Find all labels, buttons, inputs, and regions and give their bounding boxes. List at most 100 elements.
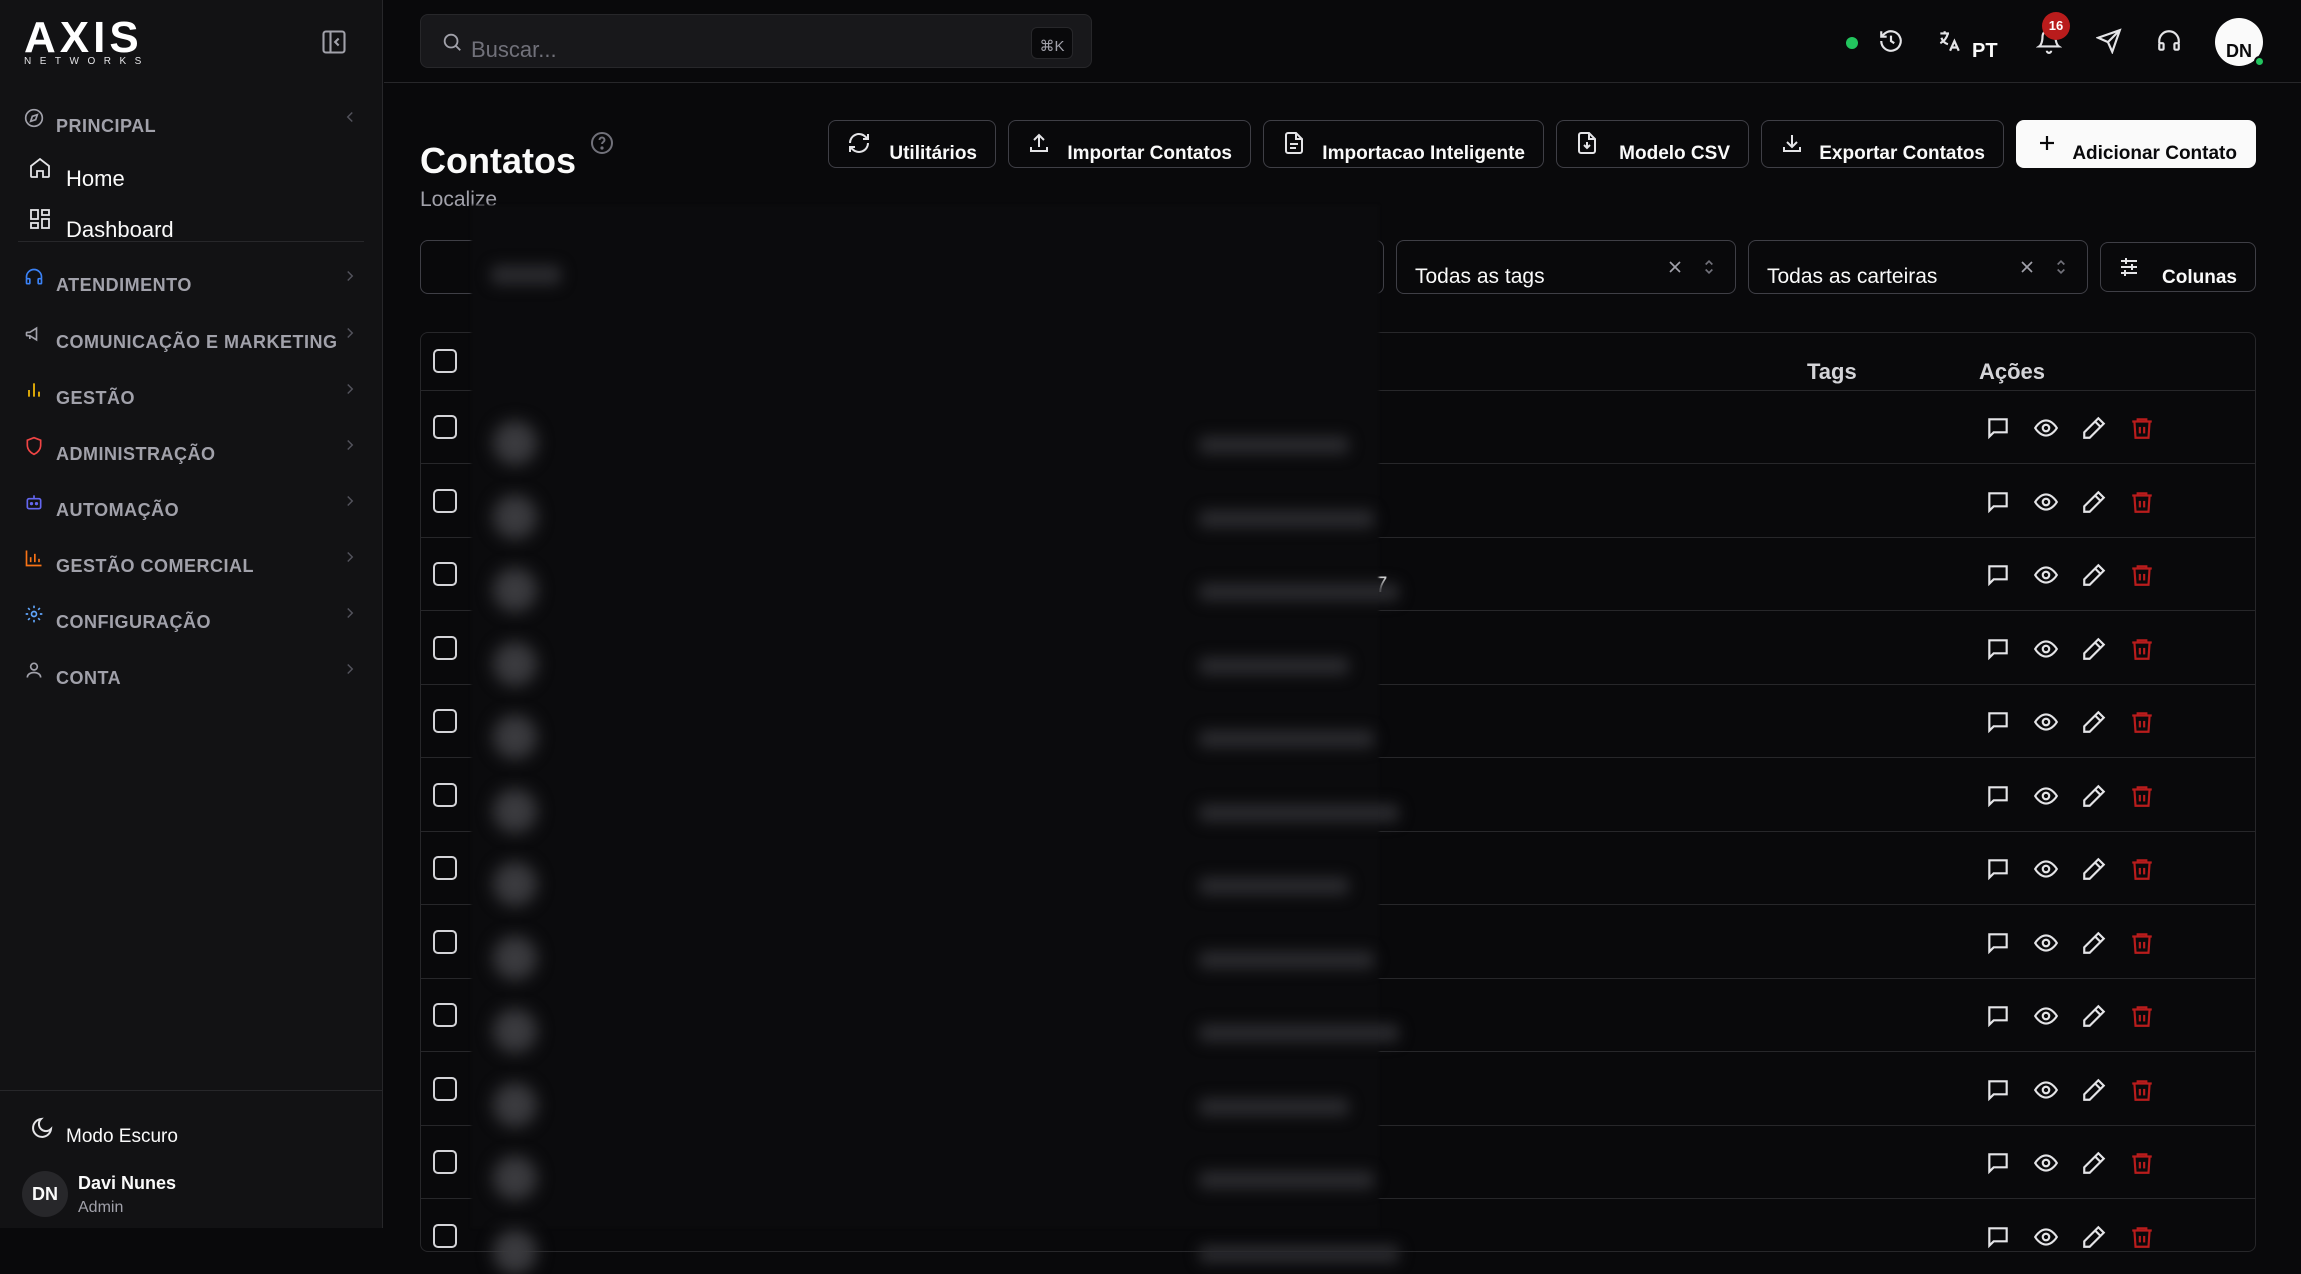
shield-icon <box>24 436 46 458</box>
pencil-icon[interactable] <box>2081 1224 2107 1250</box>
message-icon[interactable] <box>1985 489 2011 515</box>
row-checkbox[interactable] <box>433 1076 457 1101</box>
eye-icon[interactable] <box>2033 636 2059 662</box>
nav-section-gestao[interactable]: GESTÃO <box>24 380 359 412</box>
avatar[interactable]: DN <box>22 1171 68 1217</box>
tags-filter-select[interactable]: Todas as tags <box>1396 240 1736 294</box>
nav-section-administracao[interactable]: ADMINISTRAÇÃO <box>24 436 359 468</box>
row-checkbox[interactable] <box>433 1003 457 1027</box>
nav-section-configuracao[interactable]: CONFIGURAÇÃO <box>24 604 359 636</box>
add-contact-button[interactable]: Adicionar Contato <box>2016 120 2256 168</box>
export-contacts-button[interactable]: Exportar Contatos <box>1761 120 2004 168</box>
eye-icon[interactable] <box>2033 489 2059 515</box>
message-icon[interactable] <box>1985 1077 2011 1103</box>
trash-icon[interactable] <box>2129 636 2155 662</box>
trash-icon[interactable] <box>2129 1003 2155 1029</box>
row-checkbox[interactable] <box>433 415 457 439</box>
row-checkbox[interactable] <box>433 856 457 880</box>
pencil-icon[interactable] <box>2081 856 2107 882</box>
eye-icon[interactable] <box>2033 1003 2059 1029</box>
pencil-icon[interactable] <box>2081 562 2107 588</box>
row-checkbox[interactable] <box>433 782 457 807</box>
sidebar-item-dashboard[interactable]: Dashboard <box>28 207 328 242</box>
help-icon[interactable] <box>590 131 614 155</box>
pencil-icon[interactable] <box>2081 1150 2107 1176</box>
collapse-sidebar-icon[interactable] <box>320 28 348 56</box>
message-icon[interactable] <box>1985 636 2011 662</box>
headset-icon[interactable] <box>2156 28 2182 54</box>
pencil-icon[interactable] <box>2081 1003 2107 1029</box>
search-input[interactable]: Buscar... ⌘K <box>420 14 1092 68</box>
eye-icon[interactable] <box>2033 783 2059 809</box>
eye-icon[interactable] <box>2033 930 2059 956</box>
trash-icon[interactable] <box>2129 709 2155 735</box>
message-icon[interactable] <box>1985 930 2011 956</box>
smart-import-button[interactable]: Importacao Inteligente <box>1263 120 1544 168</box>
sidebar-item-home[interactable]: Home <box>28 156 328 191</box>
dashboard-grid-icon <box>28 207 52 231</box>
trash-icon[interactable] <box>2129 489 2155 515</box>
eye-icon[interactable] <box>2033 1150 2059 1176</box>
select-all-checkbox[interactable] <box>433 349 457 373</box>
message-icon[interactable] <box>1985 856 2011 882</box>
nav-section-atendimento[interactable]: ATENDIMENTO <box>24 267 359 299</box>
history-icon[interactable] <box>1878 28 1904 54</box>
nav-section-principal[interactable]: PRINCIPAL <box>24 108 359 140</box>
blurred-text <box>1199 950 1374 969</box>
eye-icon[interactable] <box>2033 856 2059 882</box>
row-checkbox[interactable] <box>433 562 457 586</box>
row-checkbox[interactable] <box>433 488 457 513</box>
eye-icon[interactable] <box>2033 562 2059 588</box>
nav-section-automacao[interactable]: AUTOMAÇÃO <box>24 492 359 524</box>
nav-section-gestao-comercial[interactable]: GESTÃO COMERCIAL <box>24 548 359 580</box>
pencil-icon[interactable] <box>2081 415 2107 441</box>
sidebar-item-label: Dashboard <box>66 217 174 242</box>
trash-icon[interactable] <box>2129 930 2155 956</box>
trash-icon[interactable] <box>2129 783 2155 809</box>
pencil-icon[interactable] <box>2081 783 2107 809</box>
eye-icon[interactable] <box>2033 1224 2059 1250</box>
row-checkbox[interactable] <box>433 1150 457 1174</box>
trash-icon[interactable] <box>2129 1077 2155 1103</box>
eye-icon[interactable] <box>2033 709 2059 735</box>
message-icon[interactable] <box>1985 1150 2011 1176</box>
row-checkbox[interactable] <box>433 635 457 660</box>
utilities-button[interactable]: Utilitários <box>828 120 996 168</box>
send-icon[interactable] <box>2096 28 2122 54</box>
trash-icon[interactable] <box>2129 562 2155 588</box>
message-icon[interactable] <box>1985 562 2011 588</box>
nav-section-comunicacao[interactable]: COMUNICAÇÃO E MARKETING <box>24 324 359 356</box>
close-icon[interactable] <box>1665 257 1685 277</box>
columns-button[interactable]: Colunas <box>2100 242 2256 292</box>
row-checkbox[interactable] <box>433 1223 457 1248</box>
import-contacts-button[interactable]: Importar Contatos <box>1008 120 1251 168</box>
eye-icon[interactable] <box>2033 1077 2059 1103</box>
pencil-icon[interactable] <box>2081 709 2107 735</box>
trash-icon[interactable] <box>2129 415 2155 441</box>
dark-mode-toggle[interactable]: Modo Escuro <box>30 1116 330 1147</box>
close-icon[interactable] <box>2017 257 2037 277</box>
message-icon[interactable] <box>1985 1224 2011 1250</box>
nav-section-conta[interactable]: CONTA <box>24 660 359 692</box>
row-checkbox[interactable] <box>433 929 457 954</box>
blurred-avatar <box>493 568 537 612</box>
trash-icon[interactable] <box>2129 856 2155 882</box>
trash-icon[interactable] <box>2129 1224 2155 1250</box>
divider <box>18 241 364 242</box>
row-checkbox[interactable] <box>433 709 457 733</box>
wallets-filter-select[interactable]: Todas as carteiras <box>1748 240 2088 294</box>
pencil-icon[interactable] <box>2081 636 2107 662</box>
trash-icon[interactable] <box>2129 1150 2155 1176</box>
axis-logo[interactable]: AXIS NETWORKS <box>24 16 174 68</box>
message-icon[interactable] <box>1985 783 2011 809</box>
pencil-icon[interactable] <box>2081 489 2107 515</box>
eye-icon[interactable] <box>2033 415 2059 441</box>
message-icon[interactable] <box>1985 709 2011 735</box>
headset-icon <box>24 267 46 289</box>
language-selector[interactable]: PT <box>1936 24 2006 64</box>
message-icon[interactable] <box>1985 1003 2011 1029</box>
pencil-icon[interactable] <box>2081 1077 2107 1103</box>
pencil-icon[interactable] <box>2081 930 2107 956</box>
message-icon[interactable] <box>1985 415 2011 441</box>
csv-model-button[interactable]: Modelo CSV <box>1556 120 1749 168</box>
